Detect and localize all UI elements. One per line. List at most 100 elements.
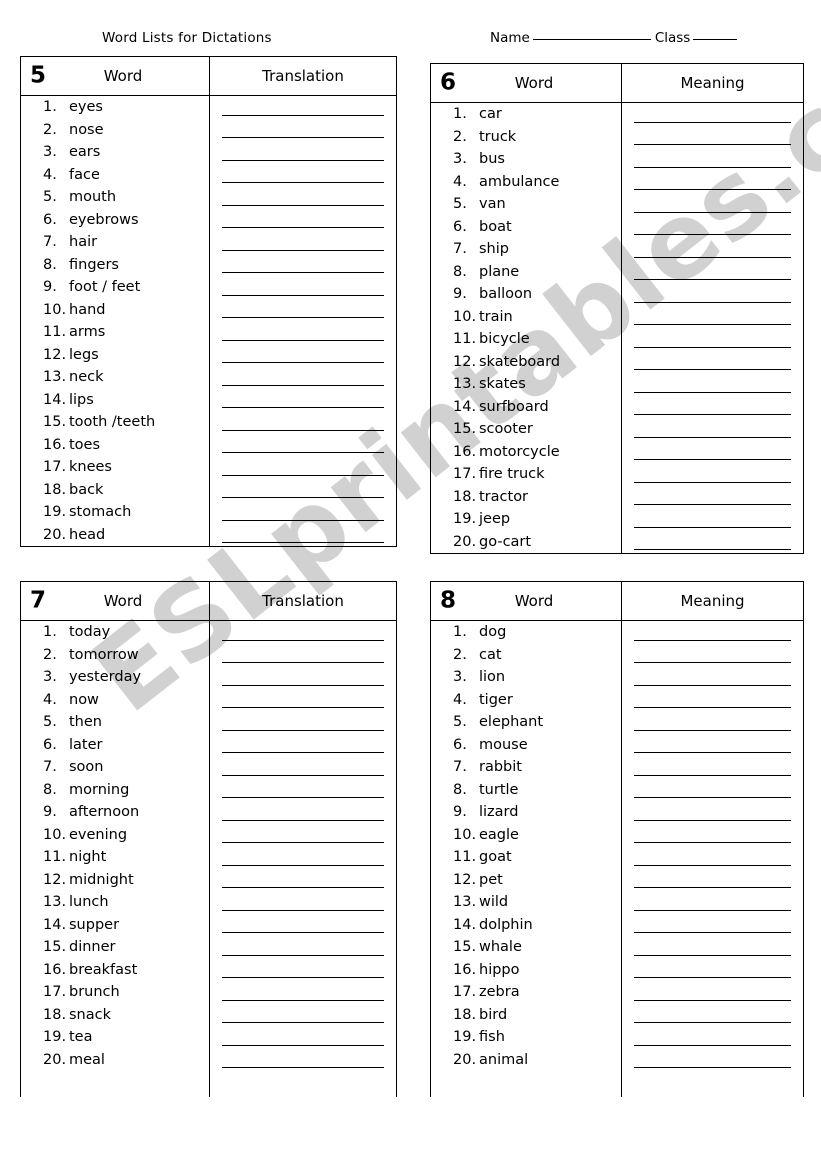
- answer-write-line[interactable]: [210, 434, 396, 457]
- answer-write-line[interactable]: [210, 891, 396, 914]
- word-entry-text: foot / feet: [69, 279, 141, 295]
- answer-write-line[interactable]: [622, 261, 803, 284]
- word-entry-text: ears: [69, 144, 101, 160]
- answer-write-line[interactable]: [622, 1026, 803, 1049]
- answer-write-line[interactable]: [622, 531, 803, 554]
- answer-write-line[interactable]: [210, 524, 396, 547]
- answer-write-line[interactable]: [210, 824, 396, 847]
- word-entry-number: 7.: [43, 759, 57, 775]
- answer-write-line[interactable]: [622, 193, 803, 216]
- answer-write-line[interactable]: [210, 321, 396, 344]
- answer-write-line[interactable]: [210, 756, 396, 779]
- answer-write-line[interactable]: [210, 96, 396, 119]
- answer-write-line[interactable]: [622, 914, 803, 937]
- answer-write-line[interactable]: [622, 824, 803, 847]
- answer-write-line[interactable]: [622, 1049, 803, 1072]
- word-entry: 4. now: [21, 689, 209, 712]
- answer-write-line[interactable]: [210, 779, 396, 802]
- answer-write-line[interactable]: [622, 486, 803, 509]
- answer-write-line[interactable]: [622, 621, 803, 644]
- answer-write-line[interactable]: [210, 479, 396, 502]
- answer-write-line[interactable]: [622, 756, 803, 779]
- answer-write-line[interactable]: [622, 463, 803, 486]
- answer-write-line[interactable]: [210, 344, 396, 367]
- answer-write-line[interactable]: [210, 366, 396, 389]
- answer-write-line[interactable]: [622, 891, 803, 914]
- answer-write-line[interactable]: [622, 846, 803, 869]
- word-entry-number: 18.: [43, 481, 67, 498]
- answer-write-line[interactable]: [210, 1049, 396, 1072]
- word-entry: 12. legs: [21, 344, 209, 367]
- answer-write-line[interactable]: [622, 103, 803, 126]
- answer-write-line[interactable]: [622, 508, 803, 531]
- answer-write-line[interactable]: [622, 418, 803, 441]
- answer-write-line[interactable]: [622, 959, 803, 982]
- answer-write-line[interactable]: [622, 351, 803, 374]
- answer-write-line[interactable]: [210, 711, 396, 734]
- answer-write-line[interactable]: [622, 216, 803, 239]
- word-entry: 10. evening: [21, 824, 209, 847]
- answer-write-line[interactable]: [210, 186, 396, 209]
- answer-write-line[interactable]: [210, 914, 396, 937]
- answer-write-line[interactable]: [210, 501, 396, 524]
- answer-write-line[interactable]: [622, 1004, 803, 1027]
- name-write-line[interactable]: [532, 39, 651, 40]
- answer-write-line[interactable]: [622, 148, 803, 171]
- answer-write-line[interactable]: [210, 936, 396, 959]
- answer-write-line[interactable]: [210, 621, 396, 644]
- answer-write-line[interactable]: [210, 1026, 396, 1049]
- answer-write-line[interactable]: [210, 456, 396, 479]
- answer-write-line[interactable]: [622, 801, 803, 824]
- answer-write-line[interactable]: [210, 231, 396, 254]
- answer-write-line[interactable]: [622, 689, 803, 712]
- answer-write-line[interactable]: [622, 373, 803, 396]
- answer-write-line[interactable]: [210, 164, 396, 187]
- answer-write-line[interactable]: [622, 283, 803, 306]
- answer-write-line[interactable]: [622, 328, 803, 351]
- answer-write-line[interactable]: [622, 126, 803, 149]
- answer-write-line[interactable]: [622, 936, 803, 959]
- answer-write-line[interactable]: [622, 666, 803, 689]
- answer-write-line[interactable]: [210, 981, 396, 1004]
- word-entry: 10. hand: [21, 299, 209, 322]
- word-column-header: Word: [514, 74, 554, 92]
- answer-write-line[interactable]: [210, 846, 396, 869]
- answer-write-line[interactable]: [210, 959, 396, 982]
- answer-write-line[interactable]: [210, 389, 396, 412]
- word-entry-text: mouse: [479, 736, 528, 753]
- answer-write-line[interactable]: [622, 306, 803, 329]
- answer-write-line[interactable]: [622, 396, 803, 419]
- answer-write-line[interactable]: [210, 869, 396, 892]
- answer-write-line[interactable]: [622, 644, 803, 667]
- answer-write-line[interactable]: [210, 141, 396, 164]
- answer-write-line[interactable]: [622, 171, 803, 194]
- answer-write-line[interactable]: [210, 644, 396, 667]
- word-entry: 15. tooth /teeth: [21, 411, 209, 434]
- answer-write-line[interactable]: [210, 119, 396, 142]
- answer-write-line[interactable]: [622, 779, 803, 802]
- answer-write-line[interactable]: [210, 1004, 396, 1027]
- word-entry: 9. afternoon: [21, 801, 209, 824]
- answer-write-line[interactable]: [210, 411, 396, 434]
- answer-write-line[interactable]: [622, 711, 803, 734]
- word-entry: 2. tomorrow: [21, 644, 209, 667]
- word-entry: 4. face: [21, 164, 209, 187]
- answer-write-line[interactable]: [210, 666, 396, 689]
- answer-write-line[interactable]: [622, 869, 803, 892]
- answer-write-line[interactable]: [210, 209, 396, 232]
- answer-write-line[interactable]: [210, 801, 396, 824]
- word-entry-number: 15.: [43, 414, 67, 430]
- answer-write-line[interactable]: [210, 734, 396, 757]
- answer-write-line[interactable]: [210, 299, 396, 322]
- answer-write-line[interactable]: [622, 441, 803, 464]
- class-write-line[interactable]: [693, 39, 738, 40]
- answer-write-line[interactable]: [210, 254, 396, 277]
- answer-write-line[interactable]: [210, 276, 396, 299]
- answer-write-line[interactable]: [622, 981, 803, 1004]
- word-entry: 13. wild: [431, 891, 621, 914]
- answer-write-line[interactable]: [622, 734, 803, 757]
- answer-write-line[interactable]: [622, 238, 803, 261]
- answer-lines: [210, 621, 396, 1071]
- word-entry: 1. car: [431, 103, 621, 126]
- answer-write-line[interactable]: [210, 689, 396, 712]
